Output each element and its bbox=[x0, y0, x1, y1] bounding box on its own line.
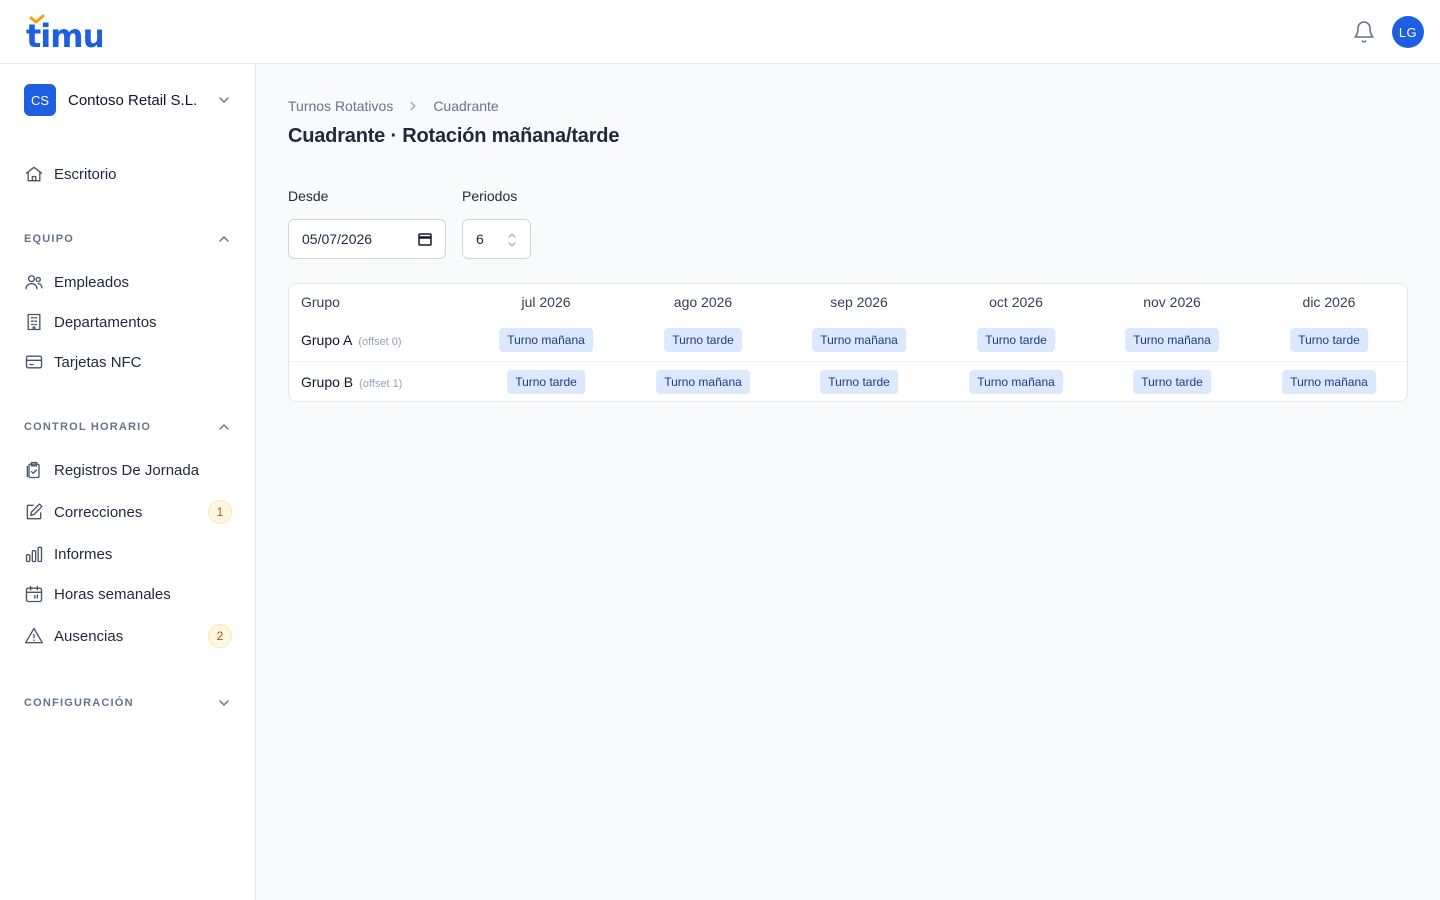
notification-bell-icon[interactable] bbox=[1352, 20, 1376, 44]
sidebar-item-label: Tarjetas NFC bbox=[54, 353, 142, 371]
periodos-label: Periodos bbox=[462, 188, 518, 204]
desde-date-input[interactable]: 05/07/2026 bbox=[288, 219, 446, 259]
shift-chip[interactable]: Turno mañana bbox=[969, 370, 1063, 394]
chevron-down-icon bbox=[219, 700, 229, 706]
shift-chip[interactable]: Turno tarde bbox=[977, 328, 1055, 352]
table-row: Grupo A (offset 0) Turno mañana Turno tar… bbox=[289, 320, 1407, 360]
column-header-month: jul 2026 bbox=[521, 294, 571, 310]
group-offset: (offset 0) bbox=[358, 336, 402, 348]
shift-chip[interactable]: Turno tarde bbox=[820, 370, 898, 394]
sidebar-item-correcciones[interactable]: Correcciones 1 bbox=[24, 494, 232, 530]
user-avatar[interactable]: LG bbox=[1392, 16, 1424, 48]
column-header-grupo: Grupo bbox=[301, 294, 340, 310]
credit-card-icon bbox=[25, 355, 43, 369]
sidebar-item-ausencias[interactable]: Ausencias 2 bbox=[24, 618, 232, 654]
chevron-up-icon bbox=[219, 424, 229, 430]
sidebar-item-empleados[interactable]: Empleados bbox=[24, 264, 232, 300]
section-title: CONTROL HORARIO bbox=[24, 421, 152, 433]
column-header-month: ago 2026 bbox=[673, 294, 733, 310]
sidebar-item-label: Ausencias bbox=[54, 627, 124, 645]
building-icon bbox=[27, 313, 41, 331]
sidebar-item-label: Departamentos bbox=[54, 313, 157, 331]
periodos-number-input[interactable]: 6 bbox=[462, 219, 531, 259]
shift-chip[interactable]: Turno tarde bbox=[1133, 370, 1211, 394]
shift-chip[interactable]: Turno mañana bbox=[1282, 370, 1376, 394]
bar-chart-icon bbox=[25, 546, 43, 563]
breadcrumb-current: Cuadrante bbox=[433, 98, 499, 114]
sidebar-item-label: Registros De Jornada bbox=[54, 461, 200, 479]
section-configuracion[interactable]: CONFIGURACIÓN bbox=[24, 693, 232, 713]
desde-date-value: 05/07/2026 bbox=[302, 231, 373, 247]
sidebar-item-label: Informes bbox=[54, 545, 113, 563]
org-name: Contoso Retail S.L. bbox=[68, 91, 198, 109]
desde-label: Desde bbox=[288, 188, 329, 204]
sidebar-item-label: Correcciones bbox=[54, 503, 143, 521]
sidebar-item-escritorio[interactable]: Escritorio bbox=[24, 156, 232, 192]
section-title: CONFIGURACIÓN bbox=[24, 697, 134, 709]
sidebar-item-label: Horas semanales bbox=[54, 585, 171, 603]
shift-chip[interactable]: Turno mañana bbox=[812, 328, 906, 352]
column-header-month: dic 2026 bbox=[1302, 294, 1356, 310]
home-icon bbox=[25, 166, 43, 182]
group-name: Grupo B (offset 1) bbox=[301, 374, 403, 390]
stepper-icon[interactable] bbox=[507, 232, 517, 248]
chevron-right-icon bbox=[410, 101, 416, 111]
section-equipo[interactable]: EQUIPO bbox=[24, 229, 232, 249]
chevron-down-icon bbox=[219, 97, 229, 103]
column-header-month: oct 2026 bbox=[989, 294, 1043, 310]
group-offset: (offset 1) bbox=[359, 378, 403, 390]
count-badge: 1 bbox=[208, 500, 232, 524]
column-header-month: sep 2026 bbox=[830, 294, 888, 310]
sidebar-item-label: Empleados bbox=[54, 273, 130, 291]
shift-chip[interactable]: Turno tarde bbox=[664, 328, 742, 352]
periodos-value: 6 bbox=[476, 231, 484, 247]
chevron-up-icon bbox=[219, 236, 229, 242]
clipboard-check-icon bbox=[26, 461, 40, 479]
sidebar-item-tarjetas-nfc[interactable]: Tarjetas NFC bbox=[24, 344, 232, 380]
sidebar-item-registros-de-jornada[interactable]: Registros De Jornada bbox=[24, 452, 232, 488]
shift-chip[interactable]: Turno tarde bbox=[507, 370, 585, 394]
edit-icon bbox=[26, 503, 43, 520]
timu-logo[interactable]: timu bbox=[26, 14, 102, 50]
calendar-icon bbox=[25, 585, 43, 603]
breadcrumb-link-turnos-rotativos[interactable]: Turnos Rotativos bbox=[288, 98, 393, 114]
shift-chip[interactable]: Turno mañana bbox=[1125, 328, 1219, 352]
shift-chip[interactable]: Turno tarde bbox=[1290, 328, 1368, 352]
sidebar-item-label: Escritorio bbox=[54, 165, 117, 183]
table-row: Grupo B (offset 1) Turno tarde Turno maña… bbox=[289, 361, 1407, 401]
rotation-table: Grupo jul 2026 ago 2026 sep 2026 oct 202… bbox=[288, 283, 1408, 402]
section-control-horario[interactable]: CONTROL HORARIO bbox=[24, 417, 232, 437]
column-header-month: nov 2026 bbox=[1143, 294, 1201, 310]
warning-icon bbox=[25, 627, 43, 644]
shift-chip[interactable]: Turno mañana bbox=[656, 370, 750, 394]
breadcrumb: Turnos Rotativos Cuadrante bbox=[288, 96, 499, 116]
sidebar-item-informes[interactable]: Informes bbox=[24, 536, 232, 572]
group-name: Grupo A (offset 0) bbox=[301, 332, 402, 348]
calendar-picker-icon[interactable] bbox=[417, 231, 433, 247]
sidebar: CS Contoso Retail S.L. Escritorio EQUIPO… bbox=[0, 64, 256, 900]
count-badge: 2 bbox=[208, 624, 232, 648]
sidebar-item-horas-semanales[interactable]: Horas semanales bbox=[24, 576, 232, 612]
users-icon bbox=[25, 275, 43, 290]
org-switcher[interactable]: CS Contoso Retail S.L. bbox=[24, 84, 232, 116]
org-badge: CS bbox=[24, 84, 56, 116]
page-title: Cuadrante · Rotación mañana/tarde bbox=[288, 125, 620, 147]
top-bar: timu LG bbox=[0, 0, 1440, 64]
shift-chip[interactable]: Turno mañana bbox=[499, 328, 593, 352]
sidebar-item-departamentos[interactable]: Departamentos bbox=[24, 304, 232, 340]
section-title: EQUIPO bbox=[24, 233, 74, 245]
